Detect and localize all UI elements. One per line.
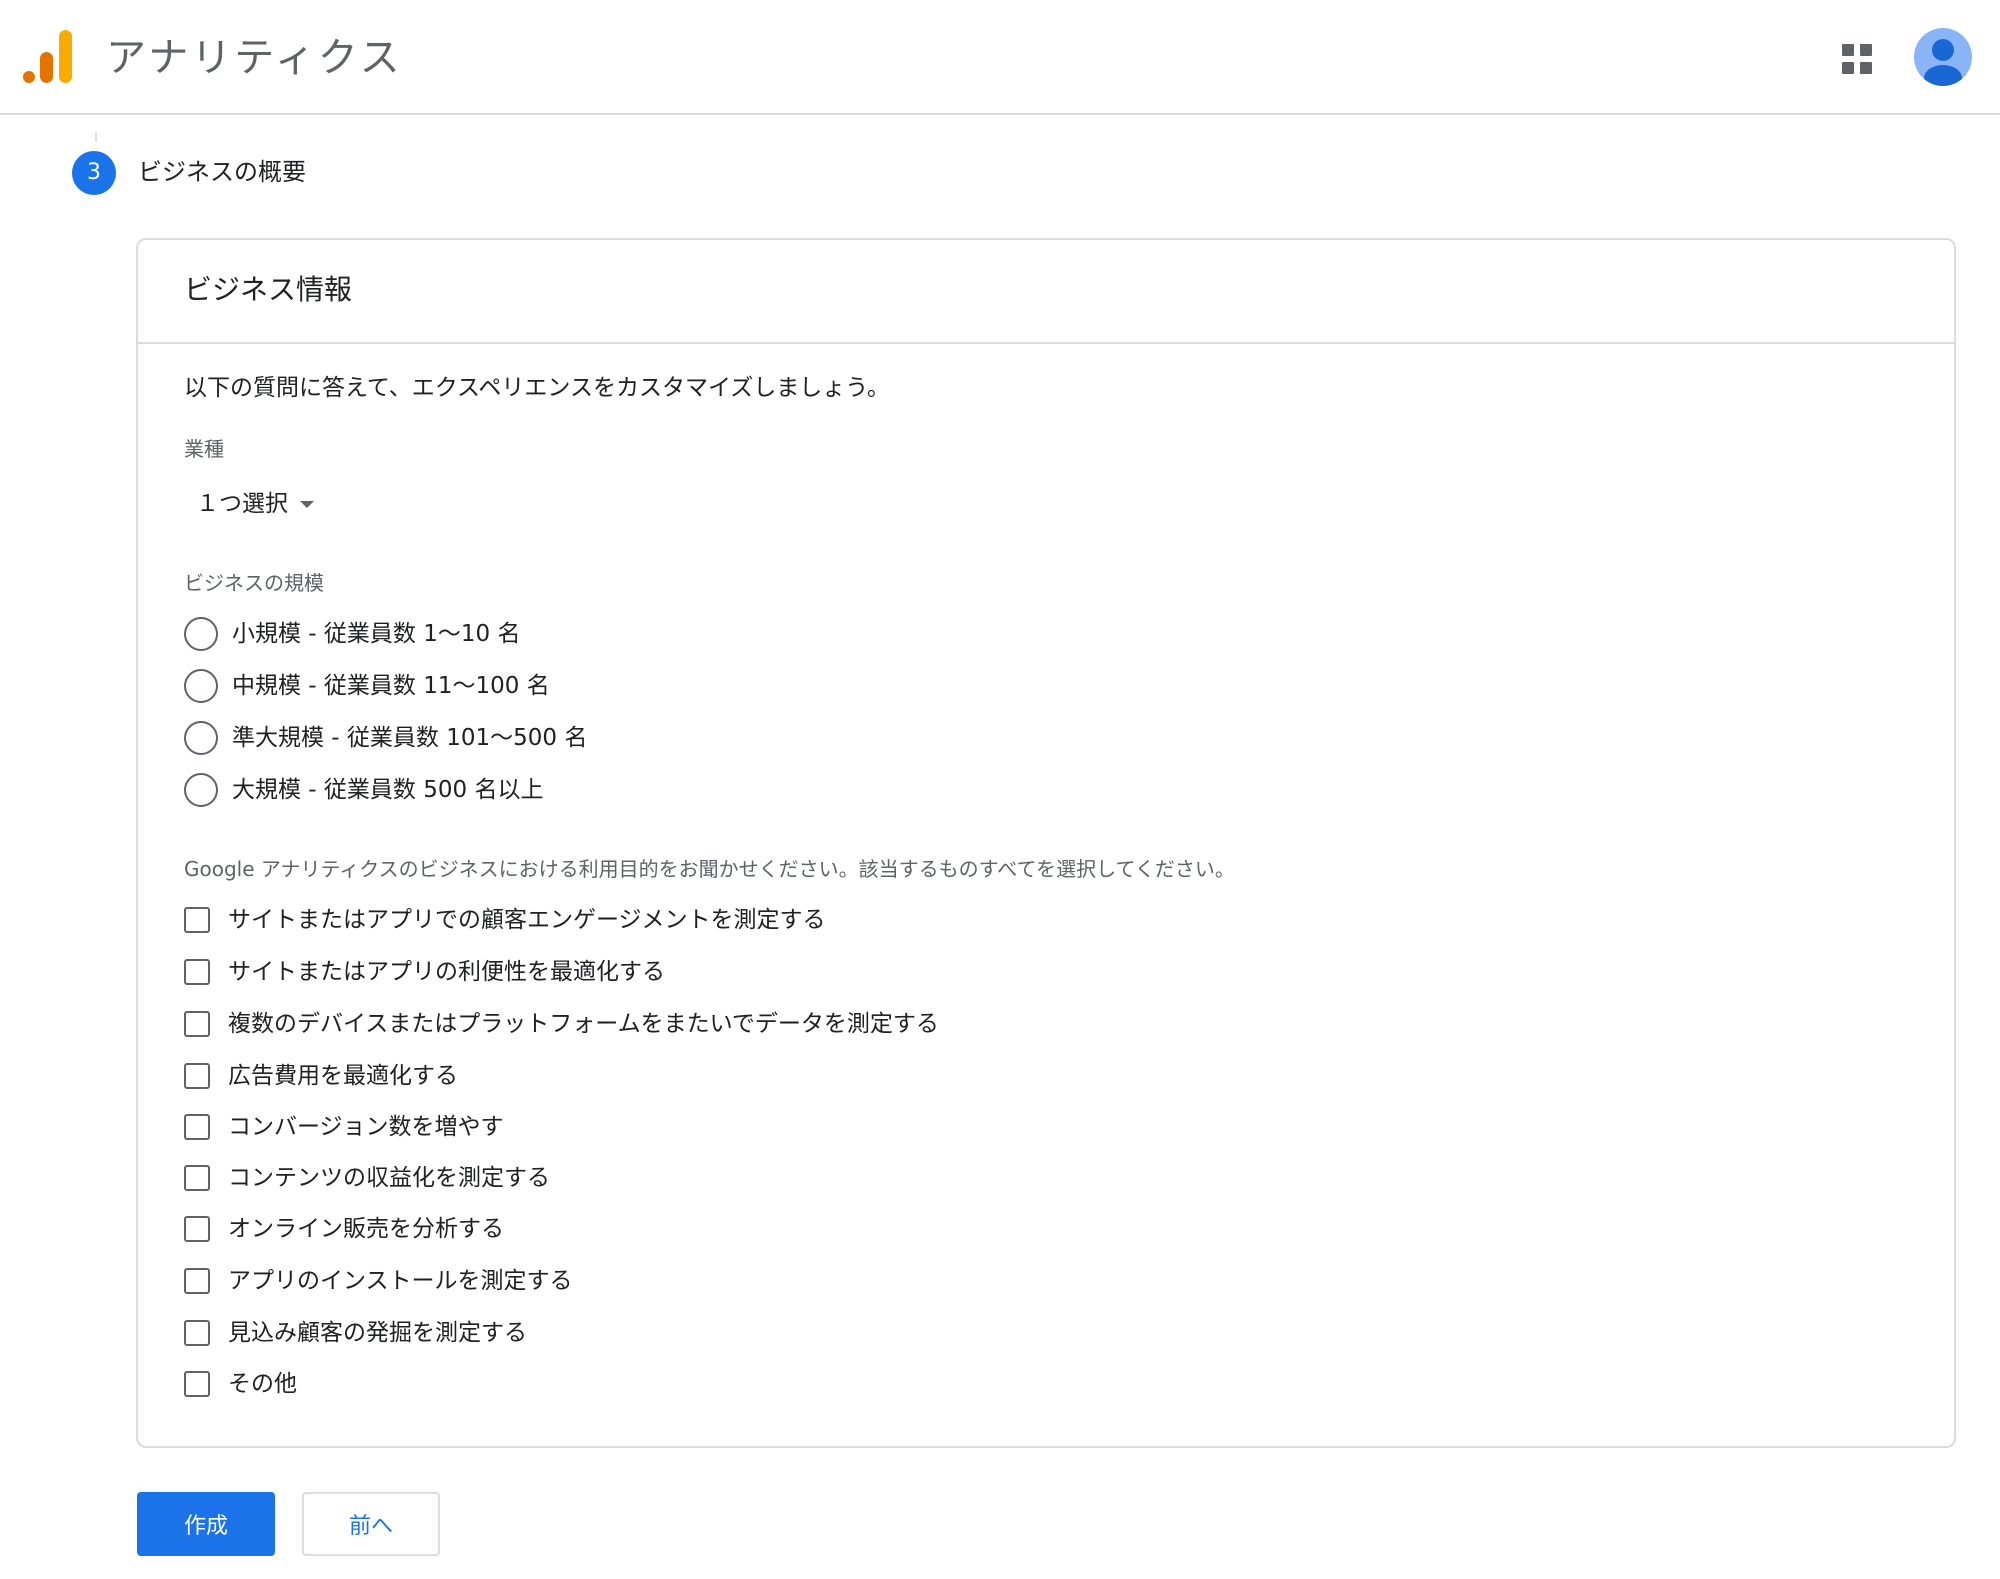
size-option-large[interactable]: 大規模 - 従業員数 500 名以上 [184, 770, 543, 810]
purpose-option-online-sales[interactable]: オンライン販売を分析する [184, 1211, 504, 1247]
size-option-label: 準大規模 - 従業員数 101～500 名 [232, 725, 588, 751]
purpose-option-ad-spend[interactable]: 広告費用を最適化する [184, 1058, 458, 1094]
purpose-option-conversions[interactable]: コンバージョン数を増やす [184, 1109, 504, 1145]
size-option-label: 中規模 - 従業員数 11～100 名 [232, 673, 550, 699]
apps-grid-icon[interactable] [1842, 44, 1872, 74]
purpose-option-lead-gen[interactable]: 見込み顧客の発掘を測定する [184, 1315, 527, 1351]
checkbox[interactable] [184, 907, 210, 933]
radio-button[interactable] [184, 669, 218, 703]
radio-button[interactable] [184, 721, 218, 755]
size-option-medium[interactable]: 中規模 - 従業員数 11～100 名 [184, 666, 550, 706]
account-avatar-icon[interactable] [1914, 28, 1972, 86]
purpose-option-label: 広告費用を最適化する [228, 1063, 458, 1089]
industry-select[interactable]: １つ選択 [196, 486, 314, 522]
industry-select-value: １つ選択 [196, 491, 288, 517]
step-connector [95, 132, 97, 142]
purpose-option-label: その他 [228, 1371, 297, 1397]
radio-button[interactable] [184, 617, 218, 651]
purpose-option-monetization[interactable]: コンテンツの収益化を測定する [184, 1160, 550, 1196]
purpose-option-label: アプリのインストールを測定する [228, 1268, 573, 1294]
checkbox[interactable] [184, 1114, 210, 1140]
purpose-option-engagement[interactable]: サイトまたはアプリでの顧客エンゲージメントを測定する [184, 902, 826, 938]
business-size-label: ビジネスの規模 [184, 571, 324, 595]
purpose-option-label: コンバージョン数を増やす [228, 1114, 504, 1140]
purpose-option-label: 見込み顧客の発掘を測定する [228, 1320, 527, 1346]
purpose-option-usability[interactable]: サイトまたはアプリの利便性を最適化する [184, 954, 665, 990]
checkbox[interactable] [184, 1216, 210, 1242]
app-header: アナリティクス [0, 0, 2000, 115]
business-info-card: ビジネス情報 以下の質問に答えて、エクスペリエンスをカスタマイズしましょう。 業… [136, 238, 1956, 1448]
purpose-option-app-installs[interactable]: アプリのインストールを測定する [184, 1263, 573, 1299]
purpose-option-label: サイトまたはアプリでの顧客エンゲージメントを測定する [228, 907, 826, 933]
app-title: アナリティクス [106, 35, 403, 81]
checkbox[interactable] [184, 1165, 210, 1191]
size-option-label: 小規模 - 従業員数 1～10 名 [232, 621, 521, 647]
checkbox[interactable] [184, 1063, 210, 1089]
intro-text: 以下の質問に答えて、エクスペリエンスをカスタマイズしましょう。 [184, 375, 890, 401]
card-title: ビジネス情報 [184, 273, 353, 306]
size-option-label: 大規模 - 従業員数 500 名以上 [232, 777, 544, 803]
purpose-option-label: サイトまたはアプリの利便性を最適化する [228, 959, 665, 985]
checkbox[interactable] [184, 1320, 210, 1346]
purpose-option-label: オンライン販売を分析する [228, 1216, 504, 1242]
checkbox[interactable] [184, 1371, 210, 1397]
checkbox[interactable] [184, 1268, 210, 1294]
purpose-option-label: コンテンツの収益化を測定する [228, 1165, 550, 1191]
purpose-option-label: 複数のデバイスまたはプラットフォームをまたいでデータを測定する [228, 1011, 939, 1037]
step-title: ビジネスの概要 [138, 158, 306, 186]
purpose-option-cross-device[interactable]: 複数のデバイスまたはプラットフォームをまたいでデータを測定する [184, 1006, 939, 1042]
back-button[interactable]: 前へ [302, 1492, 440, 1556]
size-option-small[interactable]: 小規模 - 従業員数 1～10 名 [184, 614, 520, 654]
card-header: ビジネス情報 [138, 240, 1954, 344]
checkbox[interactable] [184, 959, 210, 985]
analytics-logo-icon[interactable] [22, 30, 74, 84]
create-button[interactable]: 作成 [137, 1492, 275, 1556]
purpose-option-other[interactable]: その他 [184, 1366, 297, 1402]
industry-label: 業種 [184, 437, 224, 461]
size-option-upper-medium[interactable]: 準大規模 - 従業員数 101～500 名 [184, 718, 587, 758]
step-number-badge: 3 [72, 151, 116, 195]
purpose-label: Google アナリティクスのビジネスにおける利用目的をお聞かせください。該当す… [184, 857, 1235, 881]
radio-button[interactable] [184, 773, 218, 807]
dropdown-arrow-icon [300, 501, 314, 508]
checkbox[interactable] [184, 1011, 210, 1037]
